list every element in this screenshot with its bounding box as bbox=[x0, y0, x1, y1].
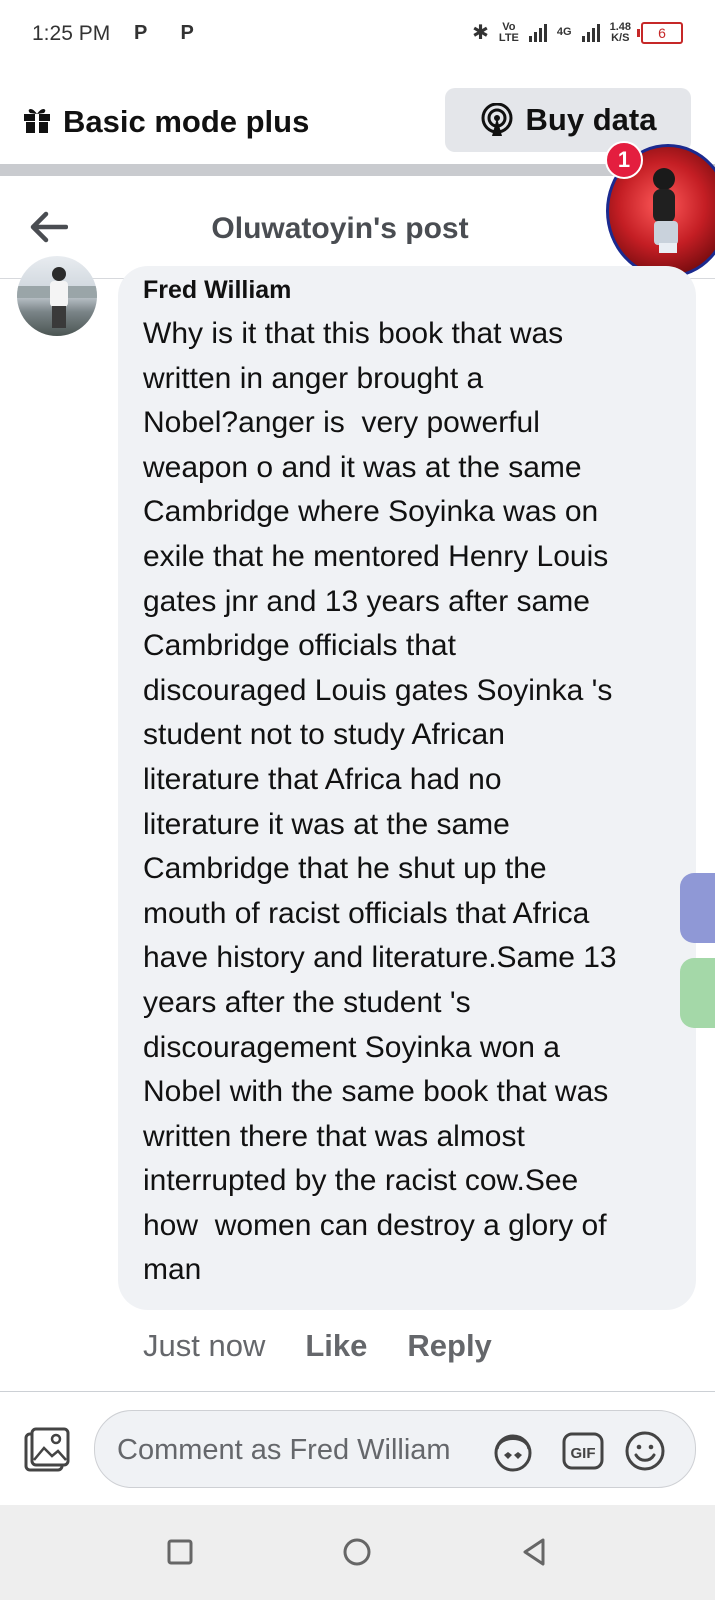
basic-mode-label[interactable]: Basic mode plus bbox=[63, 104, 309, 140]
reply-button[interactable]: Reply bbox=[407, 1328, 491, 1364]
comment-composer: GIF bbox=[0, 1391, 715, 1506]
photo-icon[interactable] bbox=[22, 1426, 72, 1476]
buy-data-label: Buy data bbox=[525, 102, 657, 137]
person-silhouette bbox=[653, 168, 678, 253]
triangle-back-icon[interactable] bbox=[517, 1535, 551, 1569]
commenter-avatar[interactable] bbox=[17, 256, 97, 336]
page-title: Oluwatoyin's post bbox=[211, 212, 469, 245]
broadcast-icon bbox=[481, 103, 513, 136]
comment-author[interactable]: Fred William bbox=[143, 276, 291, 305]
system-nav-bar bbox=[0, 1505, 715, 1600]
side-panel-handle-2[interactable] bbox=[680, 958, 715, 1028]
signal-icon-2 bbox=[581, 23, 600, 42]
network-type: 4G bbox=[556, 26, 572, 38]
comment-input-wrapper[interactable]: GIF bbox=[94, 1410, 696, 1489]
side-panel-handle[interactable] bbox=[680, 873, 715, 943]
comment-text: Why is it that this book that was writte… bbox=[143, 317, 617, 1287]
gift-icon bbox=[22, 104, 52, 141]
buy-data-button[interactable]: Buy data bbox=[445, 88, 691, 152]
comment-input[interactable] bbox=[115, 1411, 499, 1489]
status-time: 1:25 PM bbox=[32, 22, 111, 45]
status-indicators: ✱ Vo LTE 4G 1.48 K/S 6 bbox=[472, 20, 683, 45]
circle-icon[interactable] bbox=[340, 1535, 374, 1569]
avatar-sticker-icon[interactable] bbox=[491, 1429, 535, 1473]
comment-timestamp: Just now bbox=[143, 1328, 266, 1363]
battery-indicator: 6 bbox=[637, 21, 683, 44]
notification-badge: 1 bbox=[605, 141, 643, 179]
status-bar: 1:25 PM P P ✱ Vo LTE 4G 1.48 K/S 6 bbox=[0, 0, 715, 72]
like-button[interactable]: Like bbox=[305, 1328, 367, 1364]
network-speed: 1.48 K/S bbox=[609, 20, 631, 44]
status-app-icons-text: P P bbox=[134, 22, 208, 44]
signal-icon bbox=[528, 23, 547, 42]
bluetooth-icon: ✱ bbox=[472, 22, 489, 44]
status-app-icons: P P bbox=[134, 22, 208, 45]
square-icon[interactable] bbox=[163, 1535, 197, 1569]
emoji-icon[interactable] bbox=[623, 1429, 667, 1473]
gif-icon[interactable]: GIF bbox=[561, 1429, 605, 1473]
gif-label: GIF bbox=[571, 1445, 596, 1462]
volte-indicator: Vo LTE bbox=[498, 20, 519, 44]
comment-actions: Just now Like Reply bbox=[143, 1328, 492, 1364]
